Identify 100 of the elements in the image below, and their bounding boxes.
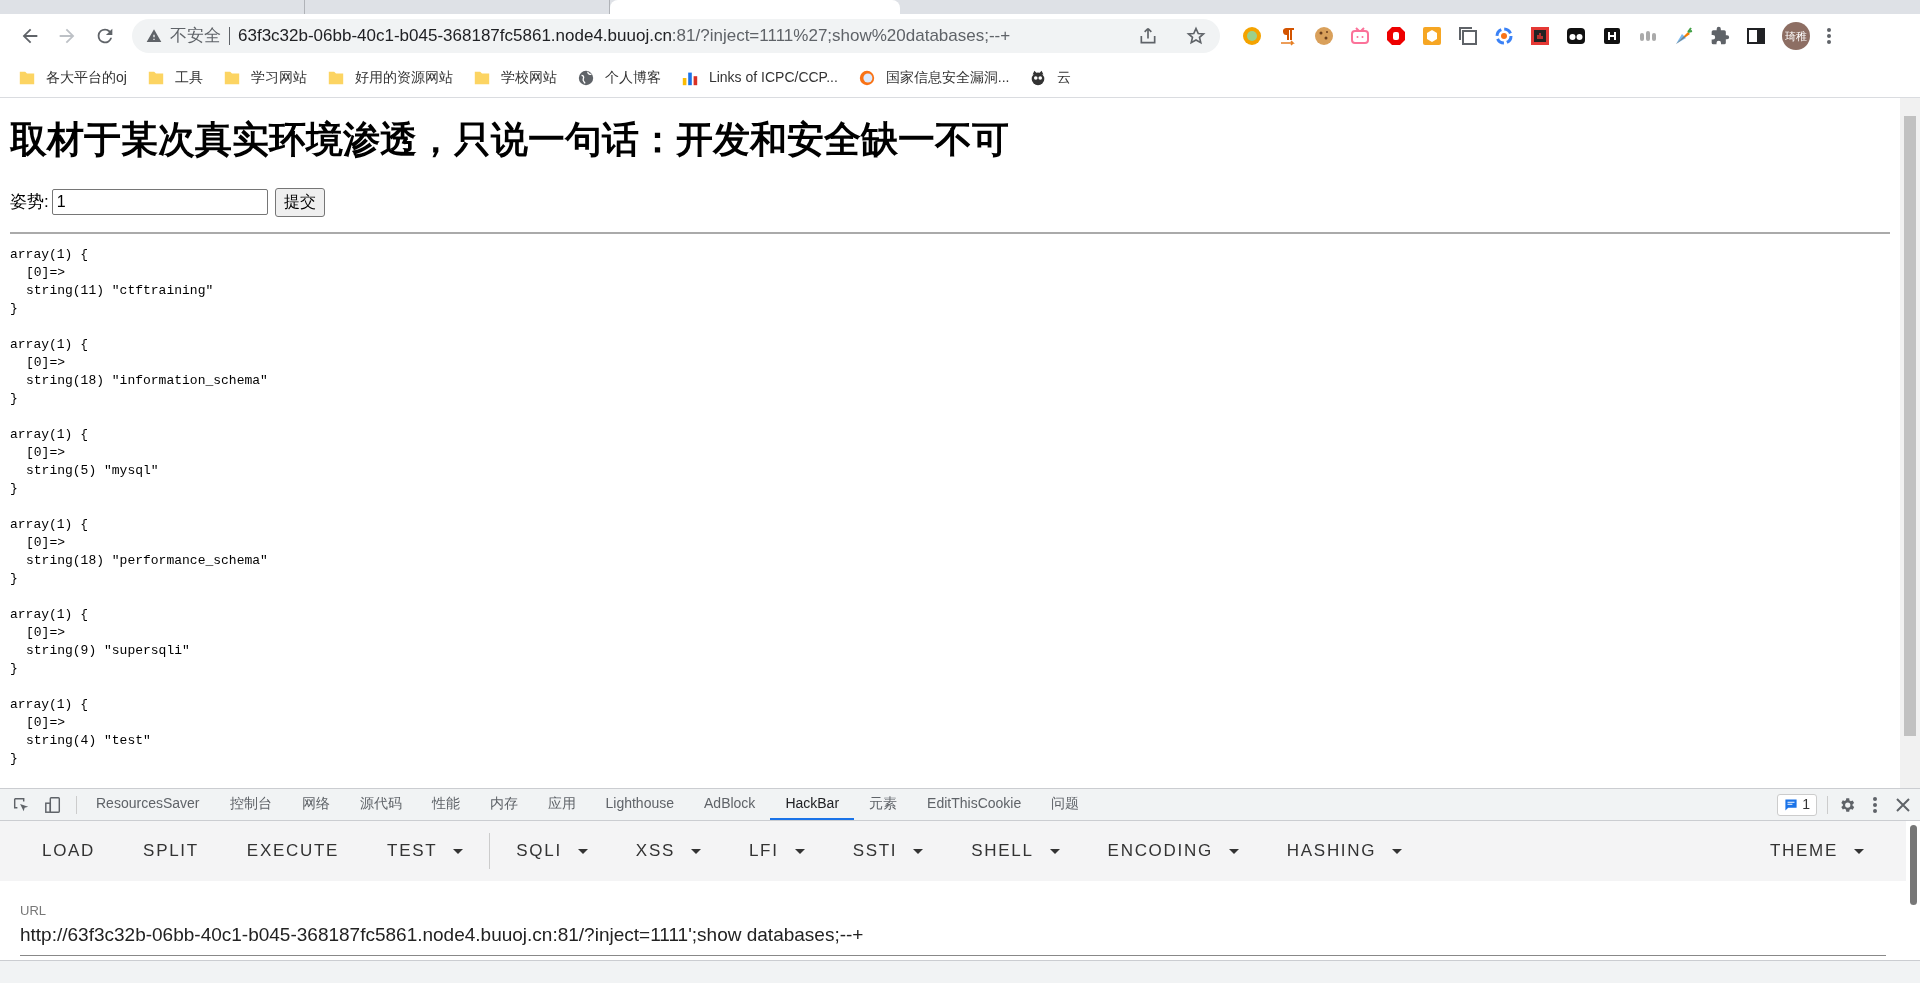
code-line: [0]=> [25,623,66,642]
bookmark-label: 个人博客 [604,68,661,87]
code-line: string(9) "supersqli" [25,641,191,660]
hackbar-menu-button[interactable]: XSS [611,831,725,871]
stop-hand-extension-icon[interactable] [1386,26,1406,46]
devtools-tab[interactable]: 问题 [1036,789,1095,820]
submit-button[interactable]: 提交 [274,187,325,217]
side-panel-icon[interactable] [1746,26,1766,46]
swirl-icon [857,68,876,87]
device-icon[interactable] [44,795,62,814]
bookmark-label: 各大平台的oj [46,68,127,87]
caret-icon [577,848,588,854]
inspect-icon[interactable] [12,795,30,814]
caret-icon [913,848,924,854]
code-line: } [10,389,19,408]
scrollbar-thumb[interactable] [1909,825,1917,905]
address-bar[interactable]: 不安全 63f3c32b-06bb-40c1-b045-368187fc5861.node4.buuoj.cn:81/?inject=1111%27;show%20databases;--+ [132,19,1220,53]
code-line: [0]=> [25,713,66,732]
hackbar-menu-button[interactable]: SSTI [828,831,948,871]
h-extension-icon[interactable] [1602,26,1622,46]
devtools-tab[interactable]: ResourcesSaver [81,789,215,820]
caret-icon [1228,848,1239,854]
code-line: string(11) "ctftraining" [25,281,215,300]
devtools-tab[interactable]: 元素 [854,789,913,820]
code-line: [0]=> [25,533,66,552]
bookmark-label: 国家信息安全漏洞... [885,68,1010,87]
ring-extension-icon[interactable] [1494,26,1514,46]
code-line: string(4) "test" [25,731,152,750]
eyes-extension-icon[interactable] [1566,26,1586,46]
close-icon[interactable] [1896,797,1910,812]
more-icon[interactable] [1872,795,1878,814]
puzzle-icon[interactable] [1710,26,1730,46]
carrot-extension-icon[interactable] [1674,26,1694,46]
code-line: string(5) "mysql" [25,461,160,480]
hackbar-menu-button[interactable]: THEME [1746,831,1888,871]
code-line: array(1) { [10,335,89,354]
form-label: 姿势: [10,191,49,214]
devtools-tab[interactable]: 控制台 [214,789,287,820]
url-label: URL [20,902,47,920]
devtools-tab[interactable]: AdBlock [689,789,771,820]
caret-icon [794,848,805,854]
hackbar-menu-button[interactable]: SQLI [492,831,612,871]
scrollbar-thumb[interactable] [1904,116,1916,736]
bookmark-label: 学习网站 [250,68,307,87]
devtools-tab[interactable]: Lighthouse [590,789,689,820]
hackbar-menu-button[interactable]: LFI [724,831,829,871]
share-icon[interactable] [1138,26,1158,46]
security-label: 不安全 [170,25,221,48]
code-line: [0]=> [25,443,66,462]
url-field[interactable]: URL http://63f3c32b-06bb-40c1-b045-368187fc5861.node4.buuoj.cn:81/?inject=1111';show databases;--+ [20,901,1886,956]
hackbar-menu-button[interactable]: SHELL [947,831,1084,871]
devtools-tab[interactable]: 性能 [416,789,475,820]
code-line: string(18) "performance_schema" [25,551,269,570]
devtools-tab[interactable]: 应用 [532,789,591,820]
pages-extension-icon[interactable] [1458,26,1478,46]
code-line: array(1) { [10,515,89,534]
devtools-tab[interactable]: 源代码 [344,789,417,820]
code-line: } [10,659,19,678]
bookmark-label: 好用的资源网站 [354,68,453,87]
hackbar-menu-button[interactable]: HASHING [1262,831,1427,871]
warning-icon [146,28,162,44]
code-line: string(18) "information_schema" [25,371,269,390]
hackbar-menu-button[interactable]: SPLIT [119,831,223,871]
devtools-tab[interactable]: 内存 [474,789,533,820]
profile-avatar[interactable]: 琦稚 [1782,22,1810,50]
menu-icon[interactable] [1826,26,1832,46]
caret-icon [453,848,464,854]
code-line: } [10,479,19,498]
pilcrow-extension-icon[interactable] [1278,26,1298,46]
star-icon[interactable] [1186,26,1206,46]
code-line: [0]=> [25,263,66,282]
url-value: http://63f3c32b-06bb-40c1-b045-368187fc5861.node4.buuoj.cn:81/?inject=1111';show databases;--+ [20,922,865,947]
tv-extension-icon[interactable] [1350,26,1370,46]
caret-icon [1854,848,1864,854]
bookmark-label: 云 [1057,68,1072,87]
cookie-extension-icon[interactable] [1314,26,1334,46]
page-heading: 取材于某次真实环境渗透，只说一句话：开发和安全缺一不可 [10,118,1010,162]
input-field[interactable]: 1 [51,189,268,215]
hackbar-menu-button[interactable]: LOAD [18,831,120,871]
hackbar-menu-button[interactable]: TEST [363,831,488,871]
globe-icon [576,68,595,87]
code-line: [0]=> [25,353,66,372]
bookmark-label: Links of ICPC/CCP... [708,68,838,87]
issues-badge[interactable]: 1 [1777,793,1817,816]
caret-icon [1392,848,1403,854]
code-line: array(1) { [10,245,89,264]
hackbar-menu-button[interactable]: ENCODING [1083,831,1263,871]
chart-extension-icon[interactable] [1530,26,1550,46]
code-line: array(1) { [10,425,89,444]
code-line: array(1) { [10,695,89,714]
bookmark-label: 工具 [174,68,203,87]
code-line: array(1) { [10,605,89,624]
devtools-tab[interactable]: 网络 [286,789,345,820]
url-text: 63f3c32b-06bb-40c1-b045-368187fc5861.node4.buuoj.cn:81/?inject=1111%27;show%20databases;--+ [238,25,1011,48]
code-line: } [10,569,19,588]
devtools-tab[interactable]: EditThisCookie [912,789,1037,820]
caret-icon [690,848,701,854]
bookmark-label: 学校网站 [500,68,557,87]
code-line: } [10,299,19,318]
hackbar-menu-button[interactable]: EXECUTE [222,831,364,871]
